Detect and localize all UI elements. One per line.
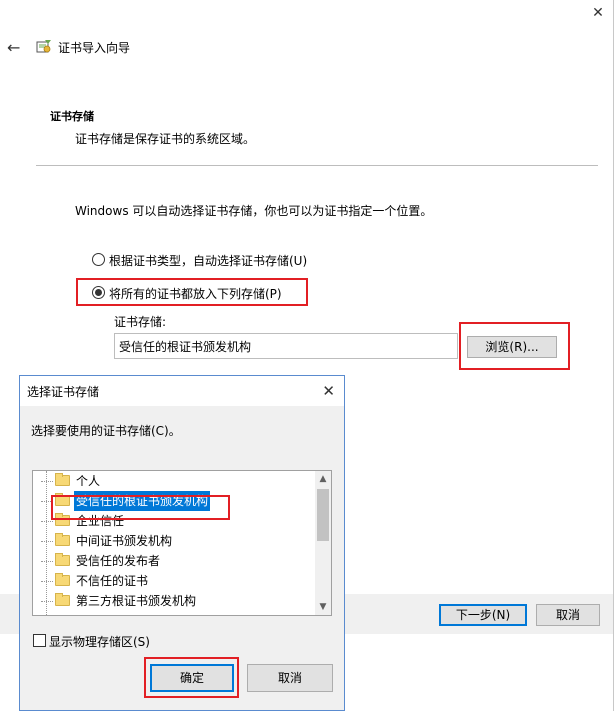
folder-icon (55, 553, 70, 566)
folder-icon (55, 533, 70, 546)
radio-manual-store[interactable] (92, 286, 105, 299)
show-physical-label[interactable]: 显示物理存储区(S) (49, 633, 150, 650)
close-icon[interactable]: ✕ (591, 6, 605, 20)
select-store-dialog: 选择证书存储 ✕ 选择要使用的证书存储(C)。 个人 受信任的根证书颁发机构 企… (19, 375, 345, 711)
dialog-prompt: 选择要使用的证书存储(C)。 (31, 424, 181, 438)
browse-button[interactable]: 浏览(R)... (467, 336, 557, 358)
dialog-cancel-button[interactable]: 取消 (247, 664, 333, 692)
folder-icon (55, 573, 70, 586)
folder-icon (55, 473, 70, 486)
radio-manual-store-label[interactable]: 将所有的证书都放入下列存储(P) (109, 285, 282, 302)
show-physical-checkbox[interactable] (33, 634, 46, 647)
scroll-down-icon[interactable]: ▼ (315, 599, 331, 615)
tree-item-untrusted[interactable]: 不信任的证书 (33, 571, 316, 591)
scroll-up-icon[interactable]: ▲ (315, 471, 331, 487)
section-title: 证书存储 (50, 110, 94, 123)
next-button[interactable]: 下一步(N) (439, 604, 527, 626)
ok-button[interactable]: 确定 (150, 664, 234, 692)
dialog-close-icon[interactable]: ✕ (322, 382, 335, 400)
tree-item-trusted-publishers[interactable]: 受信任的发布者 (33, 551, 316, 571)
divider (36, 165, 598, 166)
store-label: 证书存储: (114, 315, 167, 329)
store-tree[interactable]: 个人 受信任的根证书颁发机构 企业信任 中间证书颁发机构 受信任的发布者 不信任… (32, 470, 332, 616)
store-field: 受信任的根证书颁发机构 (114, 333, 458, 359)
highlight-trusted-root (51, 495, 230, 520)
tree-item-personal[interactable]: 个人 (33, 471, 316, 491)
certificate-wizard-icon (36, 40, 51, 53)
radio-auto-select-label[interactable]: 根据证书类型，自动选择证书存储(U) (109, 252, 307, 269)
info-text: Windows 可以自动选择证书存储，你也可以为证书指定一个位置。 (75, 204, 433, 218)
folder-icon (55, 593, 70, 606)
tree-item-third-party-root[interactable]: 第三方根证书颁发机构 (33, 591, 316, 611)
radio-auto-select[interactable] (92, 253, 105, 266)
dialog-title: 选择证书存储 (27, 385, 100, 399)
wizard-cancel-button[interactable]: 取消 (536, 604, 600, 626)
wizard-title: 证书导入向导 (58, 41, 131, 55)
section-description: 证书存储是保存证书的系统区域。 (75, 132, 256, 146)
tree-scrollbar[interactable]: ▲ ▼ (315, 471, 331, 615)
back-arrow-icon[interactable]: ← (7, 38, 20, 57)
tree-item-intermediate[interactable]: 中间证书颁发机构 (33, 531, 316, 551)
scroll-thumb[interactable] (317, 489, 329, 541)
